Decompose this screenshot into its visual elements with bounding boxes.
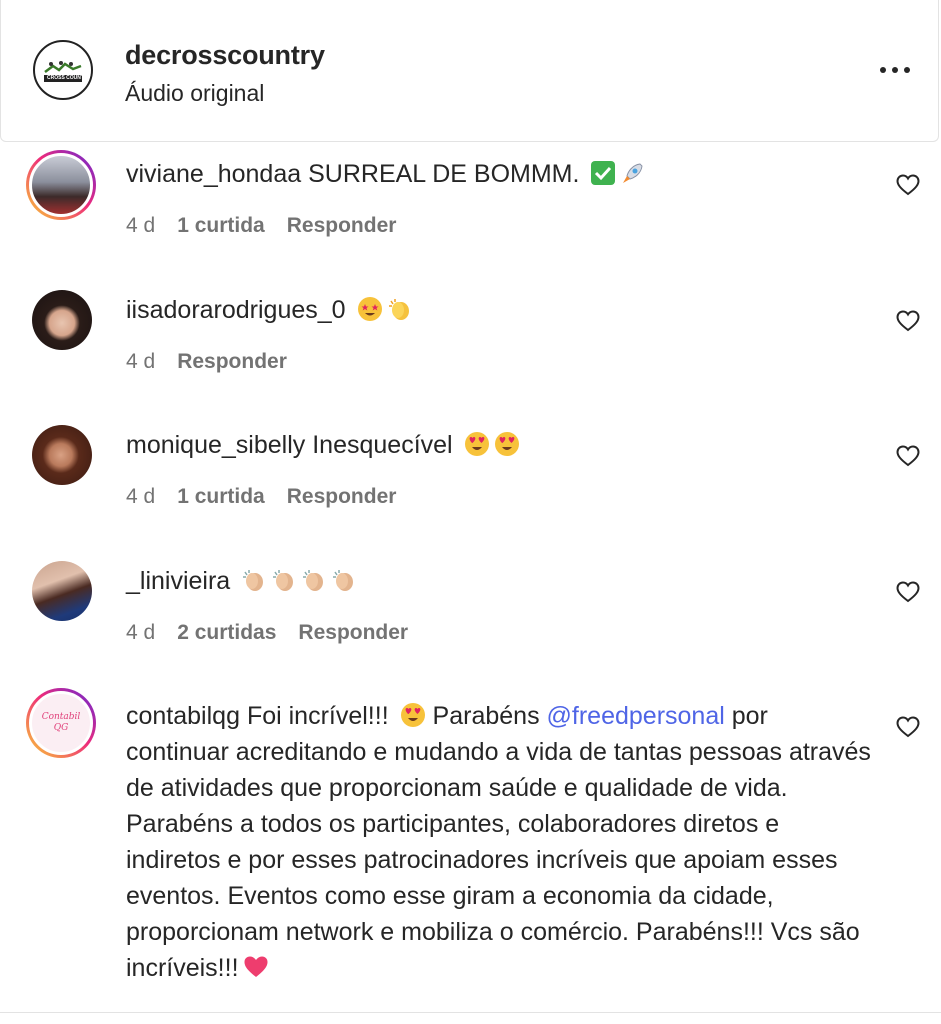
commenter-avatar[interactable] [32,425,92,485]
commenter-avatar[interactable] [26,150,96,220]
clapping-hands-emoji [333,570,354,591]
comment-body: por continuar acreditando e mudando a vi… [126,702,871,982]
comment-meta: 4 d 1 curtida Responder [126,485,418,509]
comment-username[interactable]: contabilqg [126,702,240,730]
like-heart-icon[interactable] [896,581,920,603]
clapping-hands-emoji [303,570,324,591]
star-struck-emoji [357,297,382,321]
clapping-hands-emoji [273,570,294,591]
clapping-hands-emoji [243,570,264,591]
heart-eyes-emoji [494,432,519,456]
like-heart-icon[interactable] [896,445,920,467]
commenter-avatar[interactable]: Contabil QG [26,688,96,758]
more-options-icon[interactable] [875,58,915,82]
comment-text: contabilqg Foi incrível!!! Parabéns @fre… [126,698,871,986]
pink-heart-emoji [244,956,268,977]
comment-text: viviane_hondaa SURREAL DE BOMMM. [126,156,871,192]
comment-likes-count[interactable]: 1 curtida [177,485,265,508]
comment-body: Inesquecível [312,431,453,459]
like-heart-icon[interactable] [896,310,920,332]
comment-text: iisadorarodrigues_0 [126,292,871,328]
comment-time: 4 d [126,485,156,508]
comment-text: _linivieira [126,563,871,599]
commenter-avatar[interactable] [32,561,92,621]
comment-time: 4 d [126,214,156,237]
heart-eyes-emoji [464,432,489,456]
comment-body: Foi incrível!!! [246,702,389,730]
heart-eyes-emoji [400,703,425,727]
reply-button[interactable]: Responder [177,350,287,373]
reply-button[interactable]: Responder [298,621,408,644]
comment-body: Parabéns [432,702,540,730]
comment-time: 4 d [126,350,156,373]
reply-button[interactable]: Responder [287,214,397,237]
like-heart-icon[interactable] [896,716,920,738]
comment-body: SURREAL DE BOMMM. [308,160,580,188]
audio-label[interactable]: Áudio original [125,80,264,107]
rocket-emoji [623,163,643,183]
clapping-hands-emoji [388,299,409,320]
comment-meta: 4 d Responder [126,350,309,374]
comment-likes-count[interactable]: 1 curtida [177,214,265,237]
post-header: CROSS COUNTRY decrosscountry Áudio origi… [0,0,939,142]
commenter-avatar[interactable] [32,290,92,350]
comment-username[interactable]: iisadorarodrigues_0 [126,296,346,324]
comment-meta: 4 d 1 curtida Responder [126,214,418,238]
check-mark-emoji [591,161,616,185]
like-heart-icon[interactable] [896,174,920,196]
comment-time: 4 d [126,621,156,644]
account-logo-avatar[interactable]: CROSS COUNTRY [33,40,93,100]
comment-username[interactable]: viviane_hondaa [126,160,301,188]
avatar-brand-text: Contabil QG [41,712,81,733]
mention-link[interactable]: @freedpersonal [547,702,725,730]
comment-meta: 4 d 2 curtidas Responder [126,621,430,645]
reply-button[interactable]: Responder [287,485,397,508]
comment-text: monique_sibelly Inesquecível [126,427,871,463]
comment-username[interactable]: monique_sibelly [126,431,305,459]
divider [0,1012,941,1013]
post-author-username[interactable]: decrosscountry [125,40,325,71]
comment-likes-count[interactable]: 2 curtidas [177,621,276,644]
comment-username[interactable]: _linivieira [126,567,230,595]
